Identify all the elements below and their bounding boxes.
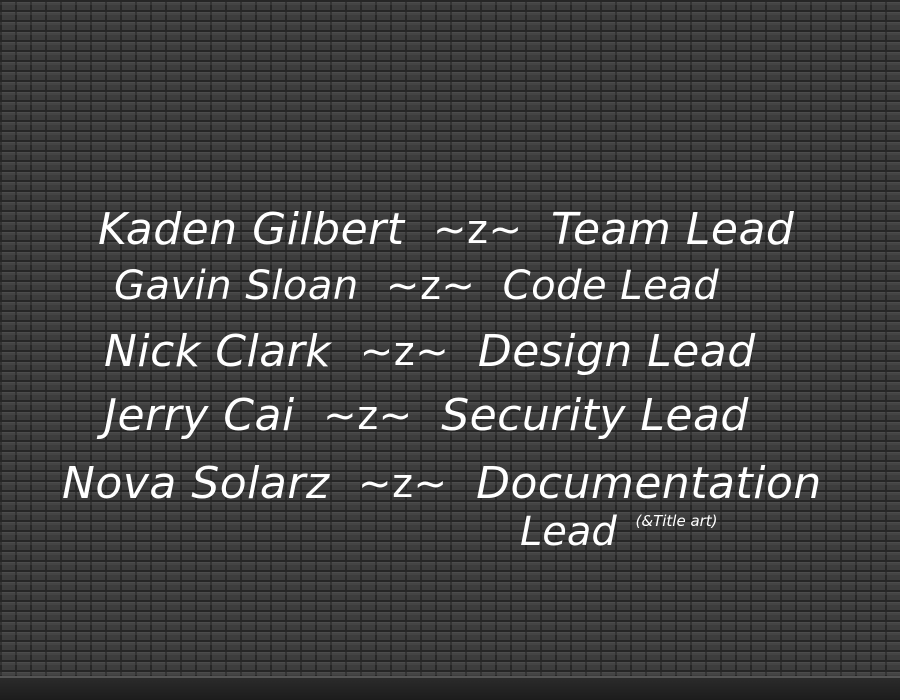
arrow-icon: ~z~: [433, 207, 523, 253]
credit-role-continued-text: Lead: [520, 509, 617, 555]
credit-role: Documentation: [476, 458, 822, 509]
credit-row-security-lead: Jerry Cai ~z~ Security Lead: [104, 386, 749, 444]
credit-name: Nick Clark: [104, 326, 332, 377]
credit-row-documentation-lead: Nova Solarz ~z~ Documentation: [62, 454, 822, 512]
credit-role-continued: Lead (&Title art): [520, 508, 718, 556]
arrow-icon: ~z~: [358, 461, 448, 507]
credit-row-team-lead: Kaden Gilbert ~z~ Team Lead: [98, 200, 794, 258]
credit-name: Jerry Cai: [104, 390, 295, 441]
credit-row-code-lead: Gavin Sloan ~z~ Code Lead: [114, 256, 719, 314]
arrow-icon: ~z~: [385, 263, 476, 309]
arrow-icon: ~z~: [359, 329, 450, 375]
arrow-icon: ~z~: [323, 393, 413, 439]
credit-name: Kaden Gilbert: [98, 204, 405, 255]
credit-role: Team Lead: [551, 204, 795, 255]
credit-role: Code Lead: [502, 263, 720, 309]
credit-role: Design Lead: [477, 326, 756, 377]
credit-name: Nova Solarz: [62, 458, 330, 509]
floor-strip: [0, 676, 900, 700]
credits-screen: Kaden Gilbert ~z~ Team Lead Gavin Sloan …: [0, 0, 900, 700]
credit-role-note: (&Title art): [635, 512, 718, 530]
credit-name: Gavin Sloan: [114, 263, 359, 309]
credit-role: Security Lead: [441, 390, 749, 441]
credit-row-design-lead: Nick Clark ~z~ Design Lead: [104, 322, 756, 380]
